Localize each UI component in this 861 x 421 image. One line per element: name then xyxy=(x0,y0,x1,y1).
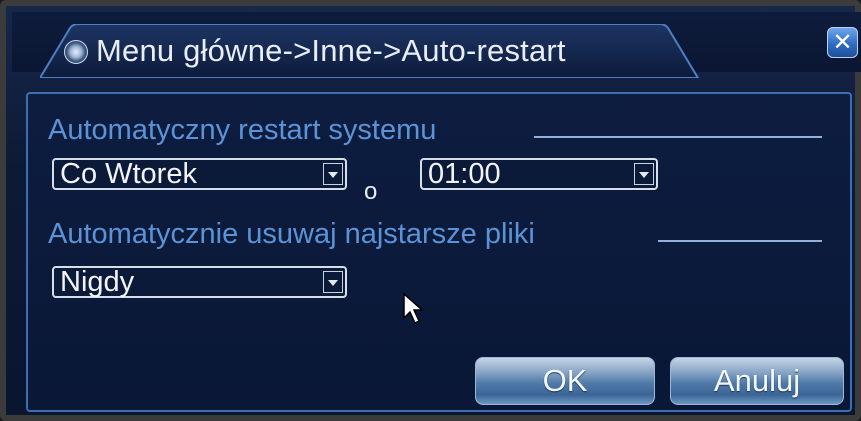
time-separator: o xyxy=(364,178,378,205)
dialog-title: Menu główne->Inne->Auto-restart xyxy=(96,33,566,68)
restart-day-value: Co Wtorek xyxy=(60,158,197,190)
cancel-button[interactable]: Anuluj xyxy=(670,357,844,405)
restart-time-value: 01:00 xyxy=(428,158,501,190)
chevron-down-icon[interactable] xyxy=(323,271,343,293)
delete-files-section-label: Automatycznie usuwaj najstarsze pliki xyxy=(48,218,535,250)
restart-time-select[interactable]: 01:00 xyxy=(420,158,658,190)
settings-dial-icon xyxy=(64,40,88,64)
chevron-down-icon[interactable] xyxy=(634,163,654,185)
auto-restart-section-label: Automatyczny restart systemu xyxy=(48,114,437,146)
close-button[interactable]: ✕ xyxy=(827,27,858,58)
restart-day-select[interactable]: Co Wtorek xyxy=(52,158,347,190)
delete-files-select[interactable]: Nigdy xyxy=(52,266,347,298)
delete-files-value: Nigdy xyxy=(60,266,135,298)
title-bar: Menu główne->Inne->Auto-restart ✕ xyxy=(12,12,861,78)
mouse-pointer-icon xyxy=(402,292,424,331)
ok-button[interactable]: OK xyxy=(475,357,655,405)
section-divider xyxy=(658,240,822,242)
chevron-down-icon[interactable] xyxy=(323,163,343,185)
section-divider xyxy=(534,136,822,138)
auto-restart-dialog: Menu główne->Inne->Auto-restart ✕ Automa… xyxy=(0,0,861,421)
